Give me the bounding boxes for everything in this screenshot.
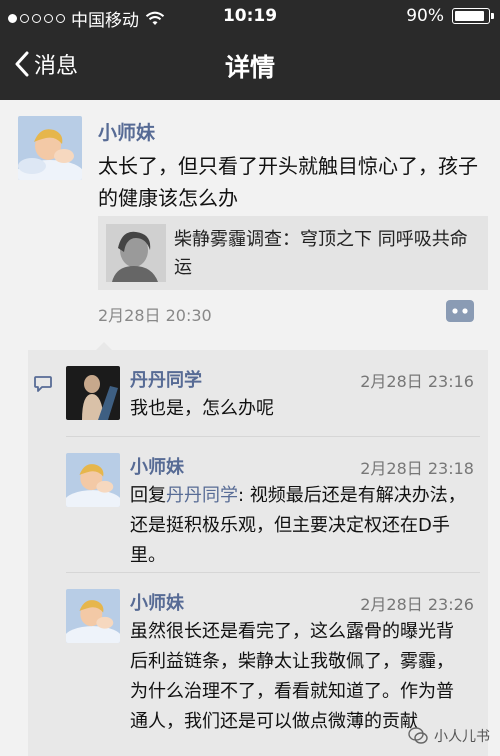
post-text: 太长了，但只看了开头就触目惊心了，孩子的健康该怎么办: [98, 154, 478, 210]
comment-menu-icon: [446, 300, 474, 322]
commenter-name[interactable]: 小师妹: [130, 453, 184, 479]
back-button[interactable]: 消息: [14, 48, 78, 80]
reply-separator: :: [238, 485, 250, 506]
wechat-logo-icon: [408, 727, 428, 744]
chevron-left-icon: [15, 51, 29, 77]
commenter-avatar[interactable]: [66, 453, 120, 507]
commenter-name[interactable]: 小师妹: [130, 589, 184, 615]
link-title: 柴静雾霾调查：穹顶之下 同呼吸共命运: [174, 229, 468, 278]
commenter-avatar[interactable]: [66, 589, 120, 643]
comment-text: 虽然很长还是看完了，这么露骨的曝光背后利益链条，柴静太让我敬佩了，雾霾，为什么治…: [130, 621, 454, 732]
author-name[interactable]: 小师妹: [98, 118, 155, 145]
battery-percent: 90%: [406, 6, 444, 26]
comment-item[interactable]: 小师妹 2月28日 23:18 回复丹丹同学: 视频最后还是有解决办法，还是挺积…: [66, 436, 480, 572]
comment-text: 回复丹丹同学: 视频最后还是有解决办法，还是挺积极乐观，但主要决定权还在D手里。: [130, 481, 470, 571]
comment-bubble-icon: [34, 376, 52, 392]
battery-icon: [452, 8, 494, 24]
post-timestamp: 2月28日 20:30: [98, 306, 212, 325]
reply-prefix: 回复: [130, 485, 166, 506]
reply-to-name[interactable]: 丹丹同学: [166, 485, 238, 506]
commenter-avatar[interactable]: [66, 366, 120, 420]
link-thumbnail: [106, 224, 166, 282]
watermark: 小人儿书: [408, 726, 490, 746]
battery-fill: [455, 11, 484, 21]
nav-bar: 消息 详情: [0, 34, 500, 100]
comment-time: 2月28日 23:16: [360, 372, 474, 391]
commenter-name[interactable]: 丹丹同学: [130, 366, 202, 392]
back-label: 消息: [34, 54, 79, 79]
comment-section: 丹丹同学 2月28日 23:16 我也是，怎么办呢 小师妹 2月28日 23:1…: [28, 342, 488, 756]
comment-item[interactable]: 丹丹同学 2月28日 23:16 我也是，怎么办呢: [66, 350, 480, 436]
comment-text: 我也是，怎么办呢: [130, 398, 274, 419]
status-bar: 中国移动 10:19 90%: [0, 0, 500, 34]
status-right: 90%: [406, 6, 494, 26]
shared-link-card[interactable]: 柴静雾霾调查：穹顶之下 同呼吸共命运: [98, 216, 488, 290]
comment-time: 2月28日 23:26: [360, 595, 474, 614]
watermark-text: 小人儿书: [434, 729, 490, 745]
comment-button[interactable]: [446, 300, 474, 322]
comment-time: 2月28日 23:18: [360, 459, 474, 478]
author-avatar[interactable]: [18, 116, 82, 180]
